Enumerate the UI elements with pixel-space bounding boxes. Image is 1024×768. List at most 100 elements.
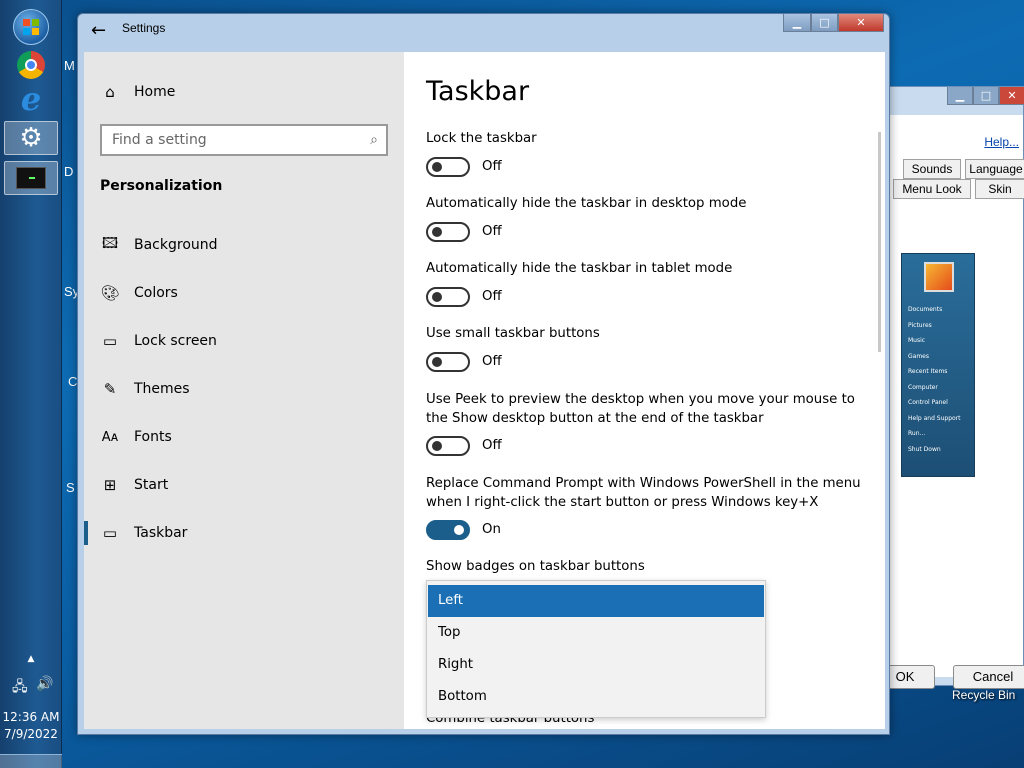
terminal-icon [16, 167, 46, 189]
setting-label: Automatically hide the taskbar in tablet… [426, 261, 733, 276]
selection-indicator [84, 521, 88, 545]
toggle-state: Off [482, 289, 502, 304]
dropdown-option[interactable]: Left [428, 585, 764, 617]
picture-icon: 🖾 [101, 233, 119, 252]
setting-label: Automatically hide the taskbar in deskto… [426, 196, 747, 211]
nav-item-background[interactable]: 🖾 Background [84, 225, 404, 265]
settings-client: ⌂ Home Find a setting ⌕ Personalization … [84, 52, 885, 729]
page-title: Taskbar [426, 76, 530, 107]
search-icon: ⌕ [370, 132, 378, 148]
preview-menu-list: Documents Pictures Music Games Recent Items C… [908, 302, 974, 457]
settings-nav-pane: ⌂ Home Find a setting ⌕ Personalization … [84, 52, 404, 729]
nav-item-themes[interactable]: ✎ Themes [84, 369, 404, 409]
dropdown-option[interactable]: Bottom [428, 681, 764, 713]
clock-time[interactable]: 12:36 AM [0, 710, 62, 724]
nav-item-taskbar[interactable]: ▭ Taskbar [84, 513, 404, 553]
preview-menu-item: Shut Down [908, 445, 941, 453]
desktop-label-fragment: D [64, 164, 74, 179]
internet-explorer-icon: e [20, 80, 42, 118]
setting-label: Use Peek to preview the desktop when you… [426, 392, 855, 426]
close-button[interactable]: ✕ [999, 87, 1024, 105]
preview-menu-item: Documents [908, 306, 943, 313]
autohide-tablet-toggle[interactable] [426, 287, 470, 307]
peek-toggle[interactable] [426, 436, 470, 456]
dropdown-option[interactable]: Right [428, 649, 764, 681]
fonts-icon: Aᴀ [101, 429, 119, 445]
nav-item-label: Themes [134, 381, 190, 397]
chrome-button[interactable] [4, 48, 58, 82]
desktop-label-fragment: M [64, 58, 75, 73]
nav-item-label: Lock screen [134, 333, 217, 349]
minimize-button[interactable]: ▁ [947, 87, 973, 105]
back-arrow-icon[interactable]: ← [91, 22, 106, 40]
settings-taskbar-button[interactable]: ⚙ [4, 121, 58, 155]
setting-label: Show badges on taskbar buttons [426, 559, 645, 574]
setting-label: Use small taskbar buttons [426, 326, 600, 341]
preview-menu-item: Run... [908, 430, 926, 437]
powershell-toggle[interactable] [426, 520, 470, 540]
gear-icon: ⚙ [19, 123, 43, 153]
start-menu-preview: Documents Pictures Music Games Recent Items C… [901, 253, 975, 477]
preview-menu-item: Computer [908, 383, 938, 391]
nav-item-colors[interactable]: 🎨︎ Colors [84, 273, 404, 313]
background-window[interactable]: ▁ □ ✕ Help... Sounds Language Menu Look … [875, 86, 1024, 689]
toggle-state: Off [482, 438, 502, 453]
start-button[interactable] [4, 9, 58, 45]
cancel-button[interactable]: Cancel [953, 665, 1024, 689]
user-picture-icon [924, 262, 954, 292]
toggle-state: Off [482, 224, 502, 239]
nav-home[interactable]: ⌂ Home [84, 72, 404, 112]
nav-home-label: Home [134, 84, 176, 100]
internet-explorer-button[interactable]: e [4, 80, 58, 118]
title-bar[interactable]: ← Settings ▁ □ ✕ [78, 14, 889, 52]
nav-item-label: Fonts [134, 429, 172, 445]
recycle-bin-label[interactable]: Recycle Bin [952, 688, 1015, 702]
dropdown-list[interactable]: Left Top Right Bottom [426, 580, 766, 718]
tab-menu-look[interactable]: Menu Look [893, 179, 971, 199]
maximize-button[interactable]: □ [811, 14, 838, 32]
show-hidden-icons-icon[interactable]: ▲ [0, 654, 62, 664]
nav-item-lock-screen[interactable]: ▭ Lock screen [84, 321, 404, 361]
network-icon[interactable]: 🖧 [12, 676, 28, 700]
nav-item-fonts[interactable]: Aᴀ Fonts [84, 417, 404, 457]
nav-item-label: Start [134, 477, 169, 493]
search-input[interactable]: Find a setting ⌕ [100, 124, 388, 156]
tab-skin[interactable]: Skin [975, 179, 1024, 199]
tab-sounds[interactable]: Sounds [903, 159, 961, 179]
setting-label: Lock the taskbar [426, 131, 537, 146]
clock-date[interactable]: 7/9/2022 [0, 727, 62, 741]
lock-screen-icon: ▭ [102, 332, 118, 350]
toggle-state: Off [482, 354, 502, 369]
close-button[interactable]: ✕ [838, 14, 884, 32]
preview-menu-item: Recent Items [908, 368, 948, 375]
window-title: Settings [122, 21, 166, 35]
tab-language[interactable]: Language [965, 159, 1024, 179]
preview-menu-item: Music [908, 337, 926, 344]
terminal-taskbar-button[interactable] [4, 161, 58, 195]
nav-item-start[interactable]: ⊞ Start [84, 465, 404, 505]
show-desktop-button[interactable] [0, 754, 62, 768]
help-link[interactable]: Help... [984, 135, 1019, 149]
preview-menu-item: Games [908, 352, 929, 360]
scrollbar[interactable] [878, 132, 881, 352]
toggle-state: Off [482, 159, 502, 174]
taskbar: e ⚙ ▲ 🖧 🔊 12:36 AM 7/9/2022 [0, 0, 62, 768]
preview-menu-item: Help and Support [908, 414, 961, 422]
windows-logo-icon [13, 9, 49, 45]
dropdown-option[interactable]: Top [428, 617, 764, 649]
search-placeholder: Find a setting [112, 132, 207, 148]
minimize-button[interactable]: ▁ [783, 14, 811, 32]
taskbar-icon: ▭ [102, 524, 118, 542]
nav-section-title: Personalization [100, 178, 223, 194]
autohide-desktop-toggle[interactable] [426, 222, 470, 242]
small-buttons-toggle[interactable] [426, 352, 470, 372]
lock-taskbar-toggle[interactable] [426, 157, 470, 177]
nav-item-label: Colors [134, 285, 178, 301]
nav-item-label: Taskbar [134, 525, 188, 541]
maximize-button[interactable]: □ [973, 87, 999, 105]
volume-icon[interactable]: 🔊 [36, 676, 53, 692]
start-icon: ⊞ [103, 476, 117, 494]
settings-window: ← Settings ▁ □ ✕ ⌂ Home Find a setting ⌕… [77, 13, 890, 735]
toggle-state: On [482, 522, 501, 537]
desktop-label-fragment: C [68, 374, 78, 389]
